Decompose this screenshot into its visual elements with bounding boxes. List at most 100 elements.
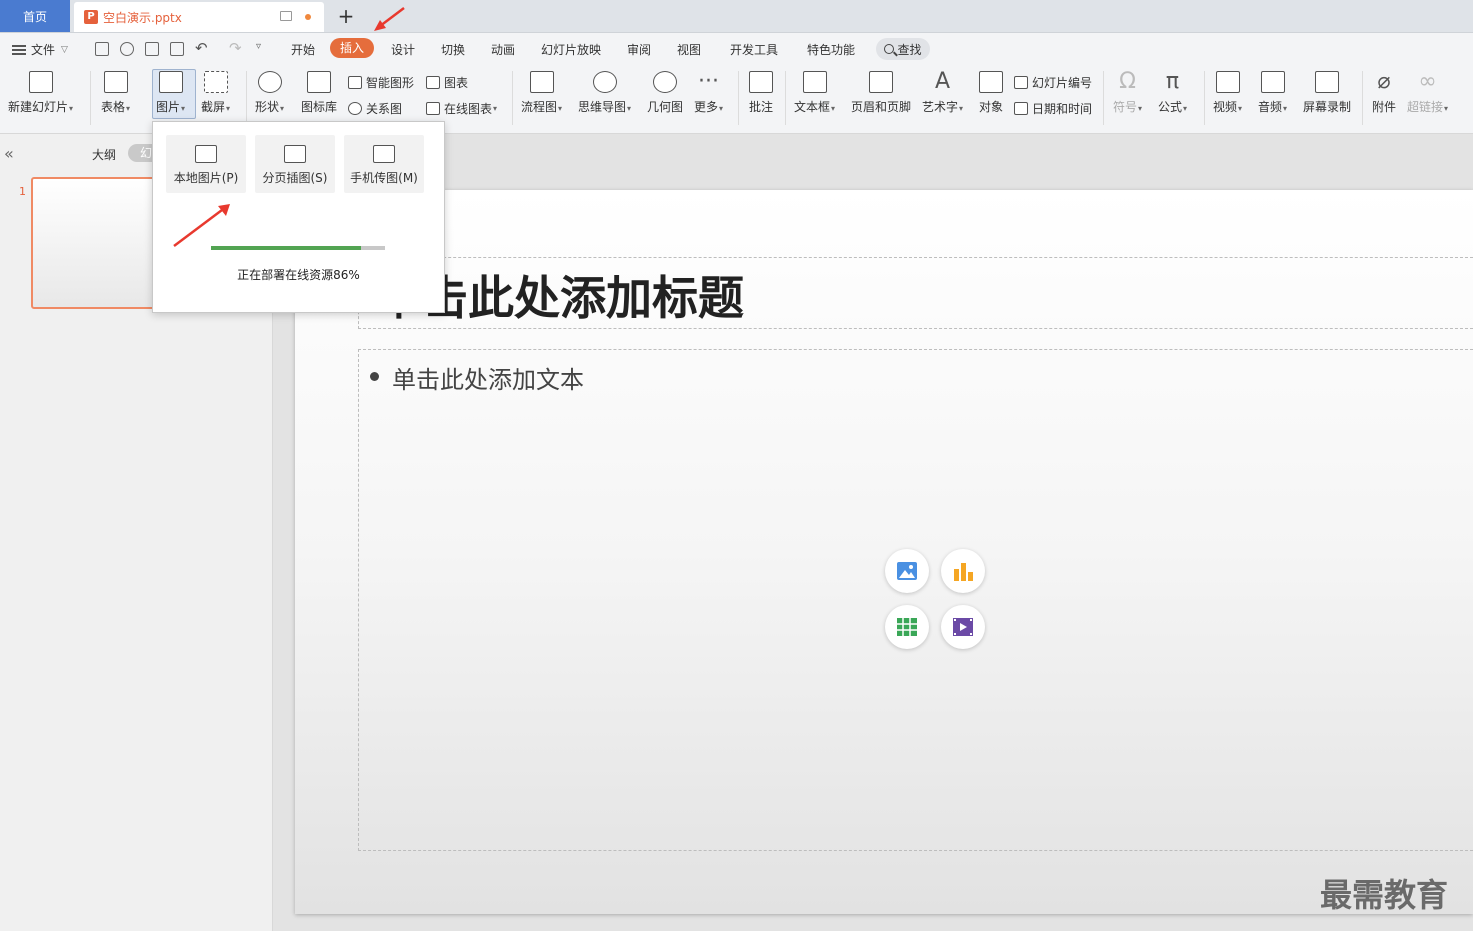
hyperlink-button[interactable]: ∞ 超链接▾ bbox=[1407, 71, 1448, 115]
insert-chart-button[interactable] bbox=[941, 549, 985, 593]
redo-icon[interactable]: ↷ bbox=[229, 39, 242, 57]
tab-review[interactable]: 审阅 bbox=[627, 41, 651, 58]
audio-button[interactable]: 音频▾ bbox=[1258, 71, 1287, 115]
insert-table-button[interactable] bbox=[885, 605, 929, 649]
formula-button[interactable]: π 公式▾ bbox=[1158, 71, 1187, 115]
wordart-button[interactable]: A 艺术字▾ bbox=[922, 71, 963, 115]
attachment-label: 附件 bbox=[1372, 100, 1397, 114]
ppt-file-icon: P bbox=[84, 10, 98, 24]
divider bbox=[785, 71, 786, 125]
caret-icon: ▾ bbox=[627, 104, 632, 113]
slide-number-button[interactable]: 幻灯片编号 bbox=[1014, 74, 1092, 91]
mindmap-icon bbox=[592, 71, 617, 93]
divider bbox=[1204, 71, 1205, 125]
video-icon bbox=[953, 618, 973, 636]
new-tab-button[interactable]: + bbox=[336, 4, 356, 28]
comment-icon bbox=[749, 71, 773, 93]
smart-art-button[interactable]: 智能图形 bbox=[348, 74, 414, 91]
tab-design[interactable]: 设计 bbox=[391, 41, 415, 58]
picture-icon bbox=[158, 71, 183, 93]
file-menu[interactable]: 文件 ▽ bbox=[12, 41, 68, 58]
new-slide-button[interactable]: 新建幻灯片▾ bbox=[8, 71, 73, 115]
caret-icon: ▾ bbox=[1283, 104, 1288, 113]
datetime-button[interactable]: 日期和时间 bbox=[1014, 100, 1092, 117]
insert-video-button[interactable] bbox=[941, 605, 985, 649]
page-insert-label: 分页插图(S) bbox=[262, 171, 328, 185]
attachment-button[interactable]: ⌀ 附件 bbox=[1372, 71, 1396, 115]
icon-library-button[interactable]: 图标库 bbox=[301, 71, 337, 115]
tab-animation[interactable]: 动画 bbox=[491, 41, 515, 58]
wordart-icon: A bbox=[934, 69, 951, 94]
outline-tab[interactable]: 大纲 bbox=[92, 146, 116, 163]
undo-icon[interactable]: ↶ bbox=[195, 39, 208, 57]
search-button[interactable]: 查找 bbox=[876, 38, 930, 60]
shape-button[interactable]: 形状▾ bbox=[255, 71, 284, 115]
file-menu-label: 文件 bbox=[31, 43, 56, 57]
object-icon bbox=[979, 71, 1003, 93]
header-footer-icon bbox=[869, 71, 893, 93]
table-label: 表格 bbox=[101, 100, 126, 114]
online-chart-button[interactable]: 在线图表 ▾ bbox=[426, 100, 497, 117]
video-icon bbox=[1215, 71, 1240, 93]
screenshot-icon bbox=[203, 71, 228, 93]
tab-document[interactable]: P 空白演示.pptx bbox=[74, 2, 324, 32]
new-slide-icon bbox=[28, 71, 53, 93]
more-button[interactable]: ··· 更多▾ bbox=[694, 71, 723, 115]
collapse-panel-icon[interactable]: « bbox=[4, 144, 14, 163]
phone-upload-icon bbox=[373, 145, 395, 163]
chart-button[interactable]: 图表 bbox=[426, 74, 468, 91]
caret-icon: ▾ bbox=[959, 104, 964, 113]
relation-button[interactable]: 关系图 bbox=[348, 100, 402, 117]
header-footer-button[interactable]: 页眉和页脚 bbox=[851, 71, 911, 115]
tab-view[interactable]: 视图 bbox=[677, 41, 701, 58]
mindmap-button[interactable]: 思维导图▾ bbox=[578, 71, 631, 115]
picture-button[interactable]: 图片▾ bbox=[156, 71, 185, 115]
mindmap-label: 思维导图 bbox=[578, 100, 627, 114]
divider bbox=[512, 71, 513, 125]
tab-slideshow[interactable]: 幻灯片放映 bbox=[541, 41, 601, 58]
symbol-button[interactable]: Ω 符号▾ bbox=[1113, 71, 1142, 115]
document-name: 空白演示.pptx bbox=[103, 10, 182, 25]
textbox-button[interactable]: 文本框▾ bbox=[794, 71, 835, 115]
smart-art-label: 智能图形 bbox=[366, 76, 415, 90]
audio-label: 音频 bbox=[1258, 100, 1283, 114]
save-icon[interactable] bbox=[95, 42, 109, 56]
comment-button[interactable]: 批注 bbox=[749, 71, 773, 115]
body-placeholder[interactable] bbox=[358, 349, 1473, 851]
tab-transition[interactable]: 切换 bbox=[441, 41, 465, 58]
geometry-label: 几何图 bbox=[647, 100, 684, 114]
export-icon[interactable] bbox=[120, 42, 134, 56]
tab-insert[interactable]: 插入 bbox=[330, 38, 374, 58]
tab-developer[interactable]: 开发工具 bbox=[730, 41, 778, 58]
flowchart-icon bbox=[529, 71, 554, 93]
customize-icon[interactable]: ▿ bbox=[256, 41, 261, 52]
page-insert-button[interactable]: 分页插图(S) bbox=[255, 135, 335, 193]
caret-icon: ▾ bbox=[226, 104, 231, 113]
caret-icon: ▾ bbox=[181, 104, 186, 113]
relation-label: 关系图 bbox=[366, 102, 403, 116]
video-button[interactable]: 视频▾ bbox=[1213, 71, 1242, 115]
local-picture-button[interactable]: 本地图片(P) bbox=[166, 135, 246, 193]
tab-start[interactable]: 开始 bbox=[291, 41, 315, 58]
screen-record-button[interactable]: 屏幕录制 bbox=[1303, 71, 1351, 115]
caret-icon: ▾ bbox=[1238, 104, 1243, 113]
screenshot-label: 截屏 bbox=[201, 100, 226, 114]
screenshot-button[interactable]: 截屏▾ bbox=[201, 71, 230, 115]
caret-icon: ▾ bbox=[831, 104, 836, 113]
tab-features[interactable]: 特色功能 bbox=[807, 41, 855, 58]
preview-icon[interactable] bbox=[170, 42, 184, 56]
table-button[interactable]: 表格▾ bbox=[101, 71, 130, 115]
print-icon[interactable] bbox=[145, 42, 159, 56]
new-slide-label: 新建幻灯片 bbox=[8, 100, 69, 114]
body-text[interactable]: 单击此处添加文本 bbox=[392, 360, 584, 395]
phone-upload-button[interactable]: 手机传图(M) bbox=[344, 135, 424, 193]
tab-home[interactable]: 首页 bbox=[0, 0, 70, 32]
geometry-button[interactable]: 几何图 bbox=[647, 71, 683, 115]
shape-icon bbox=[257, 71, 282, 93]
monitor-icon[interactable] bbox=[280, 11, 292, 21]
object-button[interactable]: 对象 bbox=[979, 71, 1003, 115]
insert-picture-button[interactable] bbox=[885, 549, 929, 593]
flowchart-button[interactable]: 流程图▾ bbox=[521, 71, 562, 115]
divider bbox=[1103, 71, 1104, 125]
slide-thumbnail[interactable] bbox=[31, 177, 161, 309]
